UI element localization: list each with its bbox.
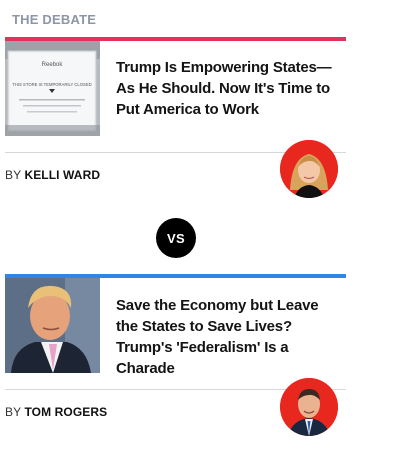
author-avatar[interactable] — [280, 140, 338, 198]
author-name[interactable]: TOM ROGERS — [24, 405, 107, 419]
byline-prefix: BY — [5, 405, 21, 419]
article-headline[interactable]: Save the Economy but Leave the States to… — [116, 295, 344, 379]
author-name[interactable]: KELLI WARD — [24, 168, 100, 182]
versus-badge: VS — [156, 218, 196, 258]
debate-card-2: Save the Economy but Leave the States to… — [5, 274, 346, 444]
thumb-sign-brand: Reebok — [42, 62, 64, 68]
section-title: THE DEBATE — [12, 12, 97, 27]
article-thumbnail-portrait[interactable] — [5, 278, 100, 373]
thumb-sign-text: THIS STORE IS TEMPORARILY CLOSED — [12, 82, 91, 87]
byline-prefix: BY — [5, 168, 21, 182]
byline: BY KELLI WARD — [5, 168, 100, 182]
debate-card-1: Reebok THIS STORE IS TEMPORARILY CLOSED … — [5, 37, 346, 207]
article-thumbnail-store-sign[interactable]: Reebok THIS STORE IS TEMPORARILY CLOSED — [5, 41, 100, 136]
author-avatar[interactable] — [280, 378, 338, 436]
article-headline[interactable]: Trump Is Empowering States—As He Should.… — [116, 57, 344, 120]
byline: BY TOM ROGERS — [5, 405, 107, 419]
